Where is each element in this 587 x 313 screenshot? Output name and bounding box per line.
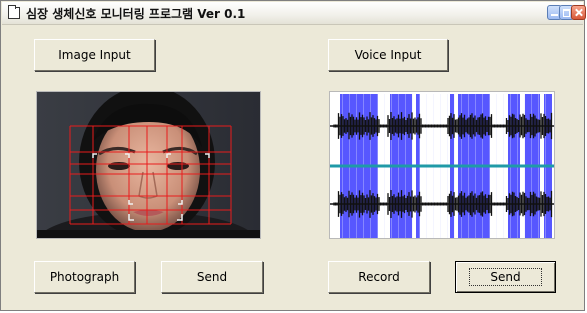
face-image-panel [36,91,261,239]
waveform-display [330,94,554,238]
send-image-button[interactable]: Send [161,261,263,293]
waveform-panel [329,91,555,239]
record-label: Record [358,270,400,284]
voice-input-label: Voice Input [354,48,422,62]
record-button[interactable]: Record [328,261,430,293]
send-image-label: Send [196,270,228,284]
image-input-label: Image Input [58,48,131,62]
app-window: 심장 생체신호 모니터링 프로그램 Ver 0.1 Image Input Vo… [0,0,586,311]
feature-grid-overlay [69,125,232,225]
close-icon[interactable] [571,5,586,20]
image-input-button[interactable]: Image Input [34,39,155,71]
title-bar[interactable]: 심장 생체신호 모니터링 프로그램 Ver 0.1 [2,2,586,25]
send-voice-label: Send [469,268,542,286]
window-title: 심장 생체신호 모니터링 프로그램 Ver 0.1 [26,7,246,21]
voice-input-button[interactable]: Voice Input [328,39,448,71]
photograph-button[interactable]: Photograph [34,261,135,293]
send-voice-button[interactable]: Send [455,261,556,293]
photograph-label: Photograph [49,270,120,284]
app-icon [8,5,20,19]
